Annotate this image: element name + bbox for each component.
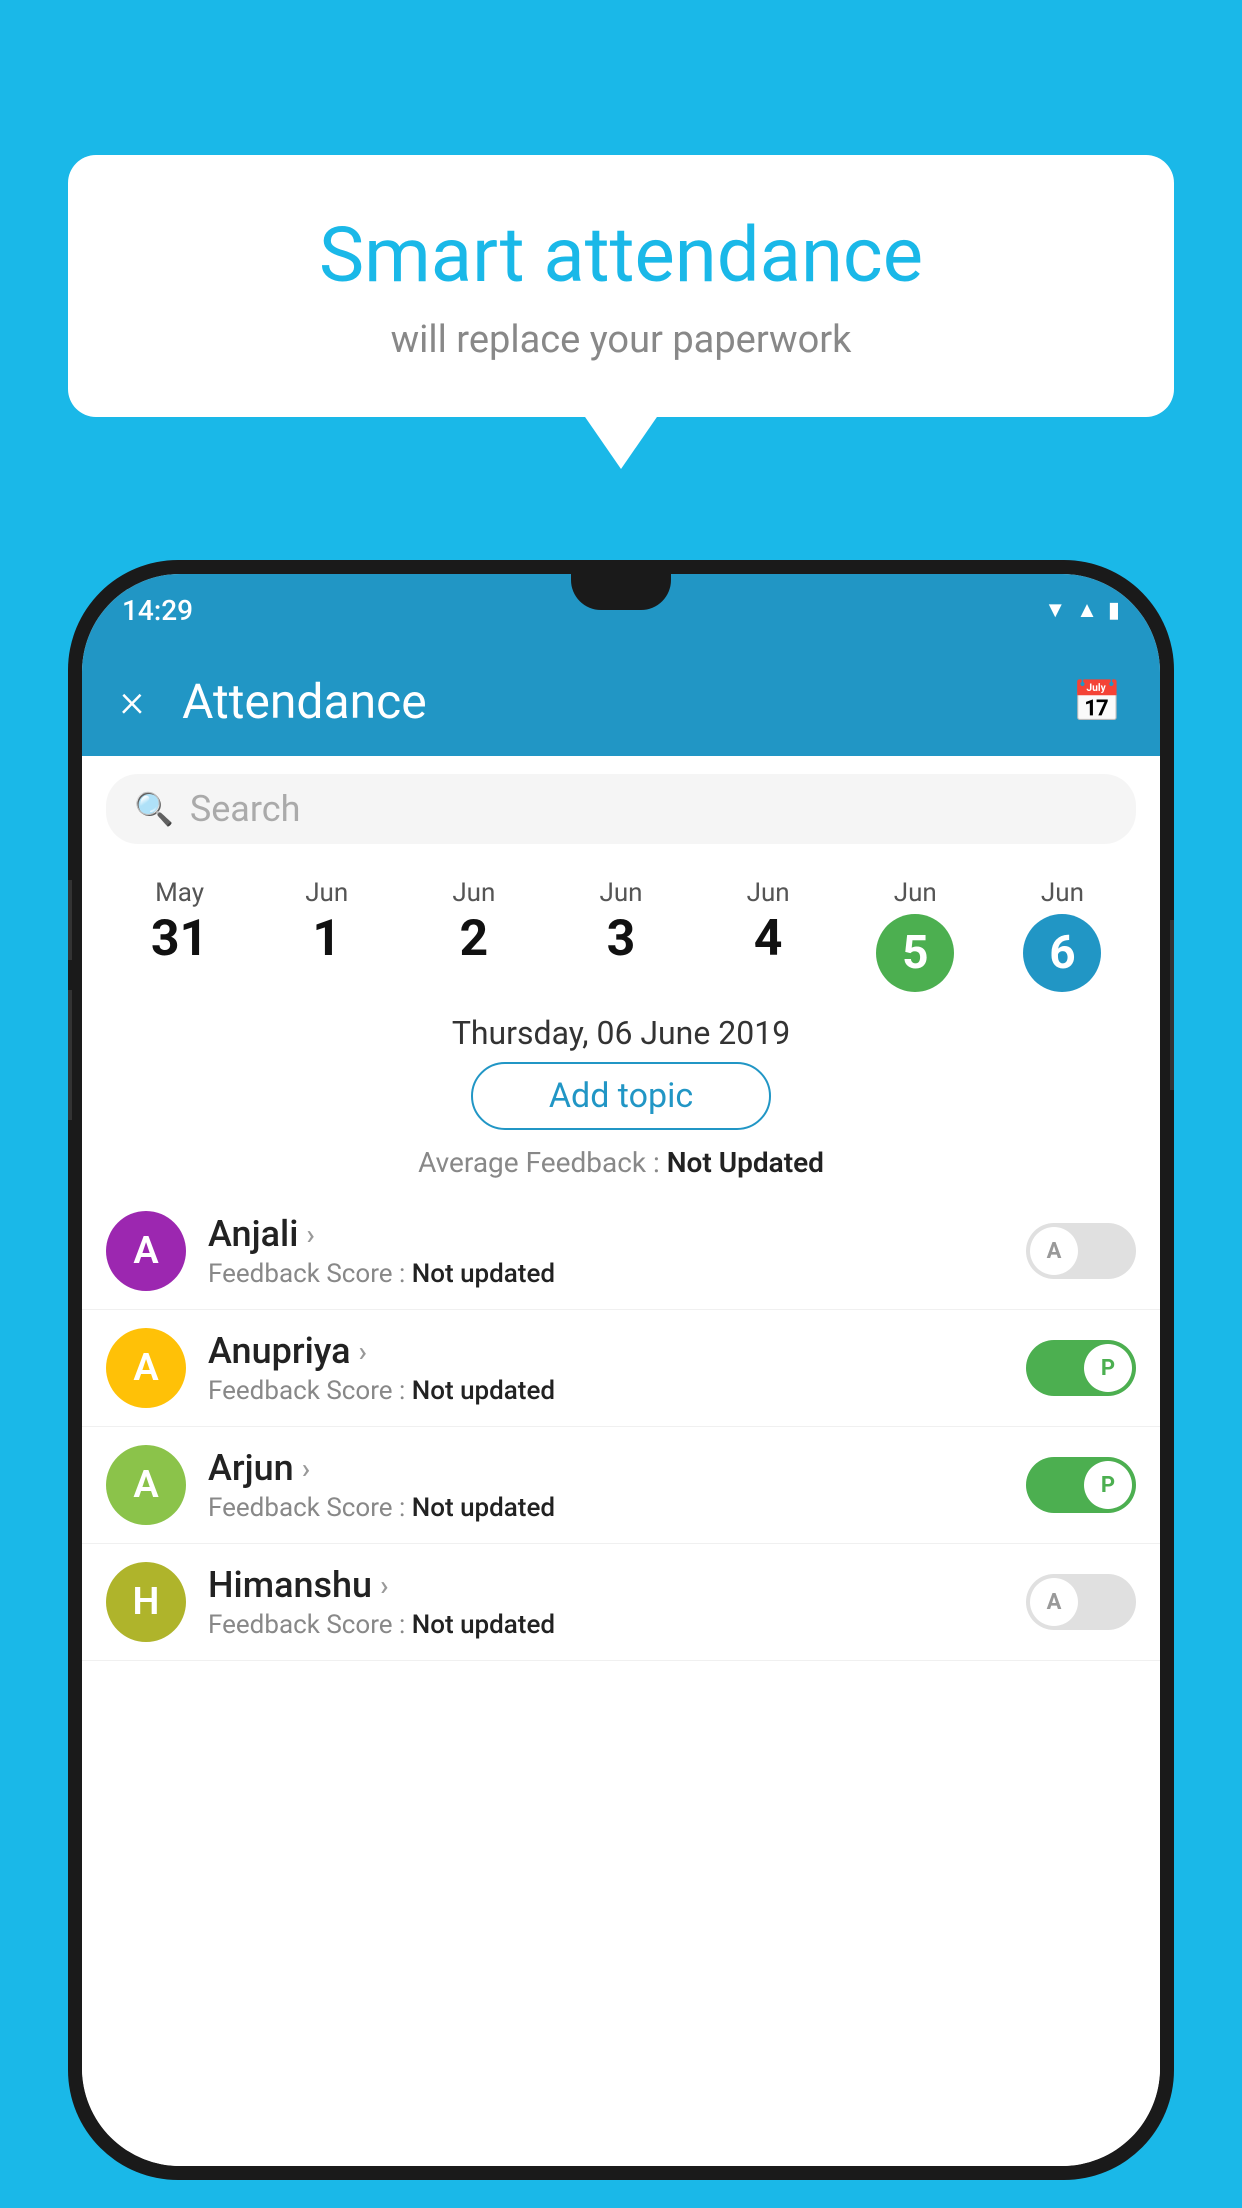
chevron-icon: › bbox=[306, 1218, 314, 1251]
student-item-anupriya[interactable]: A Anupriya › Feedback Score : Not update… bbox=[82, 1310, 1160, 1427]
calendar-day-jun4[interactable]: Jun 4 bbox=[695, 872, 842, 970]
calendar-day-jun3[interactable]: Jun 3 bbox=[547, 872, 694, 970]
selected-date-label: Thursday, 06 June 2019 bbox=[82, 1014, 1160, 1052]
student-info-anjali: Anjali › Feedback Score : Not updated bbox=[208, 1213, 1026, 1289]
calendar-day-may31[interactable]: May 31 bbox=[106, 872, 253, 970]
avatar-anjali: A bbox=[106, 1211, 186, 1291]
search-bar[interactable]: 🔍 Search bbox=[106, 774, 1136, 844]
calendar-day-jun1[interactable]: Jun 1 bbox=[253, 872, 400, 970]
avatar-himanshu: H bbox=[106, 1562, 186, 1642]
student-item-himanshu[interactable]: H Himanshu › Feedback Score : Not update… bbox=[82, 1544, 1160, 1661]
speech-bubble: Smart attendance will replace your paper… bbox=[68, 155, 1174, 417]
search-placeholder: Search bbox=[190, 788, 301, 830]
toggle-arjun[interactable]: P bbox=[1026, 1457, 1136, 1513]
phone-button-left bbox=[68, 880, 72, 960]
toggle-knob-anupriya: P bbox=[1084, 1344, 1132, 1392]
chevron-icon: › bbox=[380, 1569, 388, 1602]
student-info-anupriya: Anupriya › Feedback Score : Not updated bbox=[208, 1330, 1026, 1406]
status-time: 14:29 bbox=[122, 594, 193, 627]
calendar-day-jun5[interactable]: Jun 5 bbox=[842, 872, 989, 998]
phone-button-right bbox=[1170, 920, 1174, 1090]
phone-frame: 14:29 ▼ ▲ ▮ × Attendance 📅 🔍 Search bbox=[68, 560, 1174, 2180]
avatar-arjun: A bbox=[106, 1445, 186, 1525]
toggle-knob-arjun: P bbox=[1084, 1461, 1132, 1509]
screen-content: 🔍 Search May 31 Jun 1 Jun 2 bbox=[82, 756, 1160, 2166]
bubble-title: Smart attendance bbox=[128, 210, 1114, 300]
close-button[interactable]: × bbox=[120, 678, 144, 724]
avg-feedback: Average Feedback : Not Updated bbox=[82, 1146, 1160, 1179]
app-title: Attendance bbox=[182, 673, 1072, 730]
signal-icon: ▲ bbox=[1076, 597, 1098, 623]
student-feedback-anupriya: Feedback Score : Not updated bbox=[208, 1376, 1026, 1406]
wifi-icon: ▼ bbox=[1044, 597, 1066, 623]
toggle-knob-himanshu: A bbox=[1030, 1578, 1078, 1626]
toggle-anupriya[interactable]: P bbox=[1026, 1340, 1136, 1396]
phone-inner: 14:29 ▼ ▲ ▮ × Attendance 📅 🔍 Search bbox=[82, 574, 1160, 2166]
battery-icon: ▮ bbox=[1108, 598, 1120, 623]
chevron-icon: › bbox=[302, 1452, 310, 1485]
app-bar: × Attendance 📅 bbox=[82, 646, 1160, 756]
student-name-himanshu: Himanshu › bbox=[208, 1564, 1026, 1606]
student-name-anupriya: Anupriya › bbox=[208, 1330, 1026, 1372]
add-topic-label: Add topic bbox=[549, 1076, 693, 1116]
avatar-anupriya: A bbox=[106, 1328, 186, 1408]
notch bbox=[571, 574, 671, 610]
student-list: A Anjali › Feedback Score : Not updated … bbox=[82, 1193, 1160, 2166]
bubble-subtitle: will replace your paperwork bbox=[128, 318, 1114, 362]
phone-button-left2 bbox=[68, 990, 72, 1120]
student-feedback-anjali: Feedback Score : Not updated bbox=[208, 1259, 1026, 1289]
toggle-anjali[interactable]: A bbox=[1026, 1223, 1136, 1279]
toggle-knob-anjali: A bbox=[1030, 1227, 1078, 1275]
toggle-himanshu[interactable]: A bbox=[1026, 1574, 1136, 1630]
search-icon: 🔍 bbox=[134, 790, 174, 828]
calendar-strip: May 31 Jun 1 Jun 2 Jun 3 bbox=[82, 862, 1160, 998]
student-feedback-arjun: Feedback Score : Not updated bbox=[208, 1493, 1026, 1523]
student-info-himanshu: Himanshu › Feedback Score : Not updated bbox=[208, 1564, 1026, 1640]
chevron-icon: › bbox=[359, 1335, 367, 1368]
student-item-anjali[interactable]: A Anjali › Feedback Score : Not updated … bbox=[82, 1193, 1160, 1310]
student-info-arjun: Arjun › Feedback Score : Not updated bbox=[208, 1447, 1026, 1523]
student-item-arjun[interactable]: A Arjun › Feedback Score : Not updated P bbox=[82, 1427, 1160, 1544]
add-topic-button[interactable]: Add topic bbox=[471, 1062, 771, 1130]
calendar-icon[interactable]: 📅 bbox=[1072, 678, 1122, 725]
calendar-day-jun6[interactable]: Jun 6 bbox=[989, 872, 1136, 998]
student-feedback-himanshu: Feedback Score : Not updated bbox=[208, 1610, 1026, 1640]
student-name-anjali: Anjali › bbox=[208, 1213, 1026, 1255]
status-bar: 14:29 ▼ ▲ ▮ bbox=[82, 574, 1160, 646]
student-name-arjun: Arjun › bbox=[208, 1447, 1026, 1489]
calendar-day-jun2[interactable]: Jun 2 bbox=[400, 872, 547, 970]
status-icons: ▼ ▲ ▮ bbox=[1044, 597, 1120, 623]
speech-bubble-container: Smart attendance will replace your paper… bbox=[68, 155, 1174, 417]
